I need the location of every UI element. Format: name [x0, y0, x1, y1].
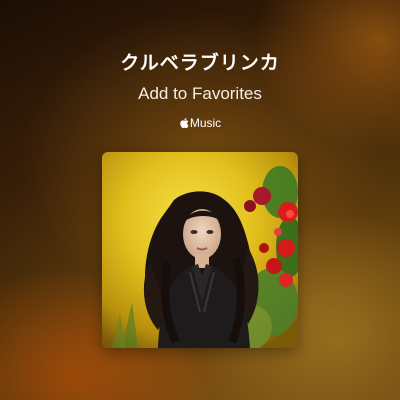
apple-music-brand: Music — [0, 116, 400, 130]
brand-label: Music — [189, 116, 222, 130]
apple-logo-icon — [180, 118, 189, 129]
album-artwork-image — [102, 152, 298, 348]
card-title: クルベラブリンカ — [120, 52, 280, 74]
action-label[interactable]: Add to Favorites — [0, 84, 400, 104]
album-artwork[interactable] — [102, 152, 298, 348]
